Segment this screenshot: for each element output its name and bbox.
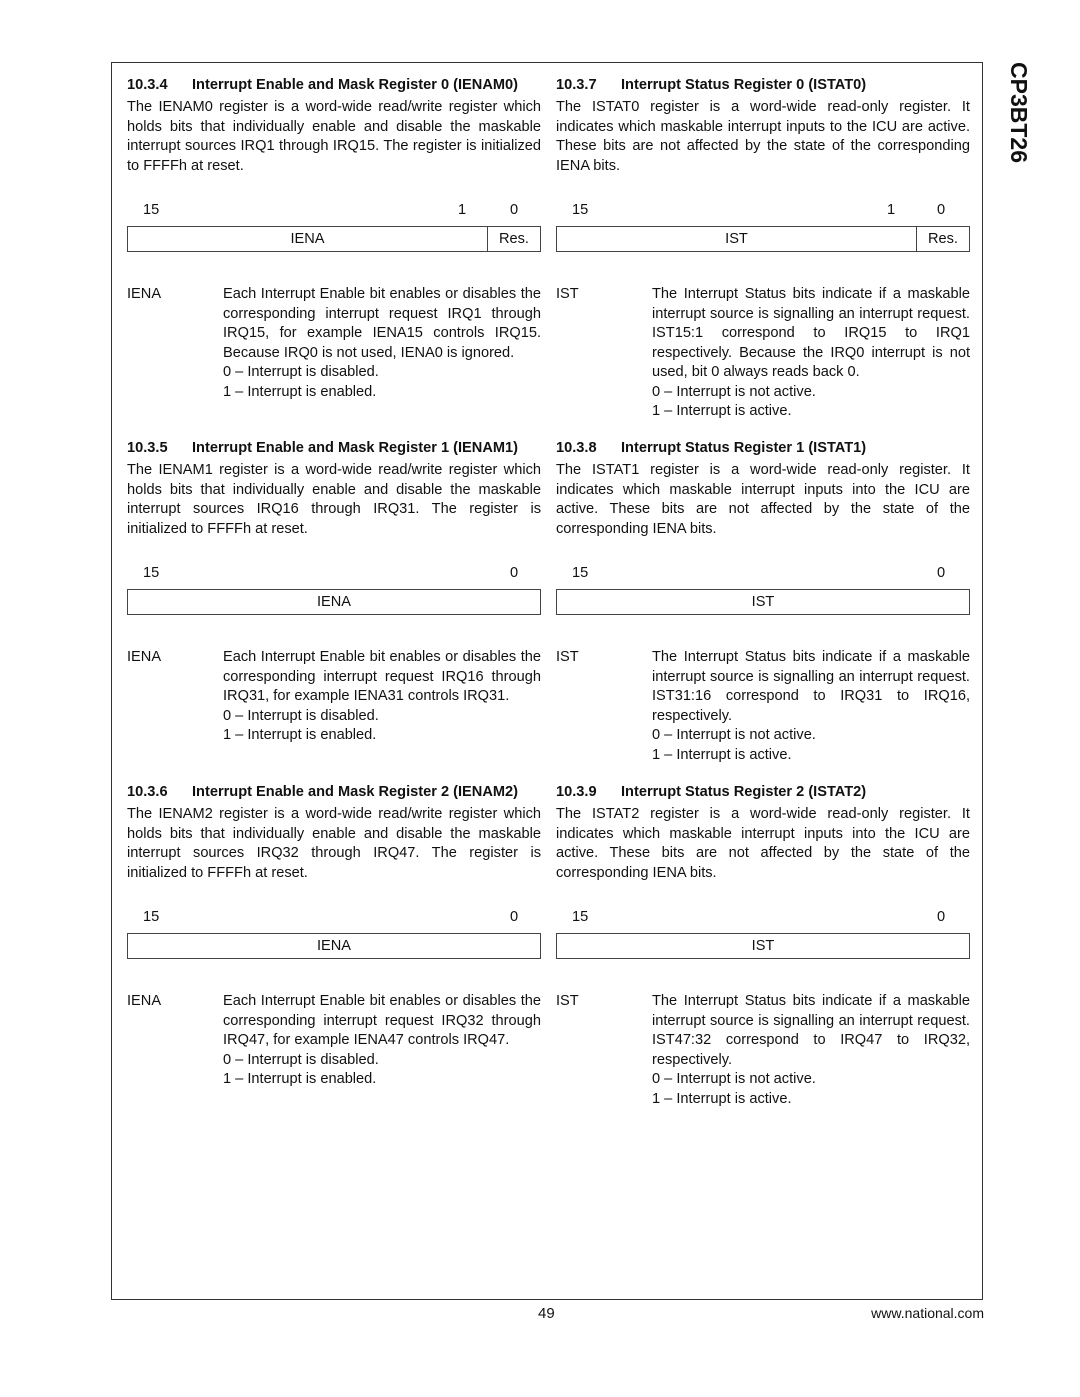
bit-label-15: 15 <box>143 202 160 218</box>
bit-label-0: 0 <box>510 202 519 218</box>
field-description-text: Each Interrupt Enable bit enables or dis… <box>223 649 541 704</box>
field-description-text: Each Interrupt Enable bit enables or dis… <box>223 993 541 1048</box>
section-heading: 10.3.9 Interrupt Status Register 2 (ISTAT… <box>556 782 970 802</box>
register-diagram: IENA <box>127 589 541 615</box>
section-number: 10.3.7 <box>556 77 597 93</box>
bit-label-1: 1 <box>458 202 467 218</box>
field-option: 1 – Interrupt is active. <box>652 403 792 419</box>
register-field-iena: IENA <box>290 231 325 247</box>
register-diagram: IENA <box>127 933 541 959</box>
section-number: 10.3.5 <box>127 440 168 456</box>
register-diagram: IENA Res. <box>127 226 541 252</box>
register-diagram: IST <box>556 933 970 959</box>
field-name: IENA <box>127 993 162 1009</box>
bit-labels: 15 1 0 <box>556 202 970 222</box>
bit-label-0: 0 <box>937 909 946 925</box>
bit-label-15: 15 <box>572 202 589 218</box>
field-description-text: Each Interrupt Enable bit enables or dis… <box>223 286 541 361</box>
bit-label-15: 15 <box>143 909 160 925</box>
section-paragraph: The IENAM2 register is a word-wide read/… <box>127 806 541 881</box>
field-description: IENA Each Interrupt Enable bit enables o… <box>127 285 541 402</box>
register-field-iena: IENA <box>316 938 352 954</box>
register-field-ist: IST <box>725 231 748 247</box>
field-option: 0 – Interrupt is not active. <box>652 1071 816 1087</box>
bit-label-0: 0 <box>937 565 946 581</box>
section-title: Interrupt Enable and Mask Register 1 (IE… <box>192 440 518 456</box>
field-name: IST <box>556 993 579 1009</box>
section-paragraph: The IENAM0 register is a word-wide read/… <box>127 99 541 174</box>
section-title: Interrupt Status Register 2 (ISTAT2) <box>621 784 867 800</box>
field-description: IENA Each Interrupt Enable bit enables o… <box>127 648 541 746</box>
side-title: CP3BT26 <box>992 62 1052 163</box>
document-title: CP3BT26 <box>1006 62 1032 163</box>
section-number: 10.3.4 <box>127 77 168 93</box>
bit-label-0: 0 <box>510 909 519 925</box>
field-option: 0 – Interrupt is not active. <box>652 727 816 743</box>
register-field-ist: IST <box>751 938 775 954</box>
field-description: IST The Interrupt Status bits indicate i… <box>556 992 970 1109</box>
section-title: Interrupt Enable and Mask Register 0 (IE… <box>192 77 518 93</box>
bit-labels: 15 0 <box>127 909 541 929</box>
section-heading: 10.3.5 Interrupt Enable and Mask Register… <box>127 438 541 458</box>
field-description: IENA Each Interrupt Enable bit enables o… <box>127 992 541 1090</box>
register-field-iena: IENA <box>316 594 352 610</box>
bit-label-1: 1 <box>887 202 896 218</box>
section-number: 10.3.6 <box>127 784 168 800</box>
section-number: 10.3.8 <box>556 440 597 456</box>
register-diagram: IST <box>556 589 970 615</box>
page-number: 49 <box>538 1305 555 1322</box>
field-option: 1 – Interrupt is enabled. <box>223 727 377 743</box>
bit-labels: 15 1 0 <box>127 202 541 222</box>
field-name: IST <box>556 286 579 302</box>
field-option: 1 – Interrupt is enabled. <box>223 383 377 400</box>
section-ienam0: 10.3.4 Interrupt Enable and Mask Register… <box>127 75 541 402</box>
field-option: 1 – Interrupt is enabled. <box>223 1071 377 1087</box>
register-diagram: IST Res. <box>556 226 970 252</box>
bit-labels: 15 0 <box>556 909 970 929</box>
section-istat2: 10.3.9 Interrupt Status Register 2 (ISTAT… <box>556 782 970 1109</box>
section-heading: 10.3.7 Interrupt Status Register 0 (ISTAT… <box>556 75 970 95</box>
field-description: IST The Interrupt Status bits indicate i… <box>556 285 970 422</box>
field-option: 1 – Interrupt is active. <box>652 1090 792 1107</box>
field-option: 1 – Interrupt is active. <box>652 746 792 763</box>
field-description: IST The Interrupt Status bits indicate i… <box>556 648 970 765</box>
bit-labels: 15 0 <box>556 565 970 585</box>
website-link[interactable]: www.national.com <box>871 1305 984 1321</box>
bit-label-15: 15 <box>572 909 589 925</box>
bit-label-15: 15 <box>572 565 589 581</box>
bit-labels: 15 0 <box>127 565 541 585</box>
field-description-text: The Interrupt Status bits indicate if a … <box>652 286 970 380</box>
field-option: 0 – Interrupt is disabled. <box>223 1051 379 1068</box>
register-field-reserved: Res. <box>916 227 969 251</box>
section-istat1: 10.3.8 Interrupt Status Register 1 (ISTAT… <box>556 438 970 765</box>
section-paragraph: The ISTAT1 register is a word-wide read-… <box>556 462 970 537</box>
section-ienam1: 10.3.5 Interrupt Enable and Mask Register… <box>127 438 541 746</box>
bit-label-0: 0 <box>937 202 946 218</box>
field-description-text: The Interrupt Status bits indicate if a … <box>652 649 970 724</box>
bit-label-0: 0 <box>510 565 519 581</box>
section-paragraph: The ISTAT2 register is a word-wide read-… <box>556 806 970 881</box>
field-name: IENA <box>127 286 162 302</box>
section-heading: 10.3.6 Interrupt Enable and Mask Register… <box>127 782 541 802</box>
field-option: 0 – Interrupt is disabled. <box>223 364 379 380</box>
field-description-text: The Interrupt Status bits indicate if a … <box>652 993 970 1068</box>
field-name: IENA <box>127 649 162 665</box>
field-option: 0 – Interrupt is not active. <box>652 383 816 400</box>
register-field-ist: IST <box>751 594 775 610</box>
section-paragraph: The IENAM1 register is a word-wide read/… <box>127 462 541 537</box>
register-field-reserved: Res. <box>487 227 540 251</box>
field-name: IST <box>556 649 579 665</box>
section-heading: 10.3.8 Interrupt Status Register 1 (ISTAT… <box>556 438 970 458</box>
section-title: Interrupt Enable and Mask Register 2 (IE… <box>192 784 518 800</box>
section-title: Interrupt Status Register 0 (ISTAT0) <box>621 77 867 93</box>
section-heading: 10.3.4 Interrupt Enable and Mask Register… <box>127 75 541 95</box>
section-number: 10.3.9 <box>556 784 597 800</box>
section-ienam2: 10.3.6 Interrupt Enable and Mask Register… <box>127 782 541 1090</box>
section-istat0: 10.3.7 Interrupt Status Register 0 (ISTAT… <box>556 75 970 422</box>
section-title: Interrupt Status Register 1 (ISTAT1) <box>621 440 867 456</box>
field-option: 0 – Interrupt is disabled. <box>223 707 379 724</box>
bit-label-15: 15 <box>143 565 160 581</box>
section-paragraph: The ISTAT0 register is a word-wide read-… <box>556 99 970 174</box>
